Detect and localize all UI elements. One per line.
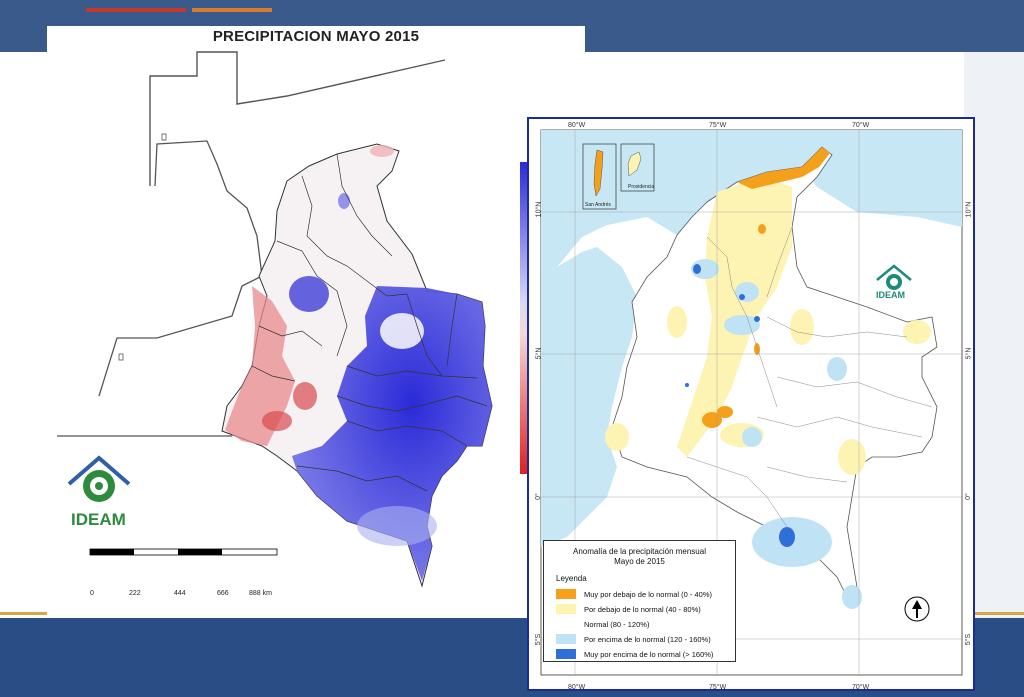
coord-top-70w: 70°W	[852, 122, 870, 129]
scale-label-666: 666	[217, 590, 229, 597]
border-line-west	[98, 140, 263, 397]
blue-spot-north	[338, 193, 350, 209]
inset-san-andres	[582, 143, 617, 210]
legend-label-very-below: Muy por debajo de lo normal (0 - 40%)	[584, 590, 712, 599]
legend-label-very-above: Muy por encima de lo normal (> 160%)	[584, 650, 714, 659]
scale-bar	[89, 548, 278, 556]
island-mark-1	[161, 133, 167, 141]
coord-top-80w: 80°W	[568, 122, 586, 129]
coord-right-5n: 5°N	[965, 347, 973, 360]
coord-left-5s: 5°S	[535, 633, 543, 646]
island-label-san-andres: San Andrés	[585, 202, 611, 208]
island-label-providencia: Providencia	[628, 184, 655, 190]
coord-top-75w: 75°W	[709, 122, 727, 129]
legend-swatch-very-below	[556, 589, 576, 599]
legend-subtitle: Mayo de 2015	[614, 557, 665, 566]
island-mark-2	[118, 353, 124, 361]
red-spot-2	[262, 411, 292, 431]
legend-swatch-normal	[556, 619, 576, 629]
coord-right-10n: 10°N	[965, 201, 973, 218]
left-map-panel: PRECIPITACION MAYO 2015 IDEAM 0 222 444 …	[47, 26, 585, 616]
coord-right-5s: 5°S	[965, 633, 973, 646]
legend-title: Anomalía de la precipitación mensual	[573, 547, 706, 556]
light-blue-south	[357, 506, 437, 546]
coord-bottom-75w: 75°W	[709, 684, 727, 691]
scale-label-444: 444	[174, 590, 186, 597]
coord-left-10n: 10°N	[535, 201, 543, 218]
white-spot-east	[380, 313, 424, 349]
coord-left-0: 0°	[534, 493, 542, 500]
legend-label-above: Por encima de lo normal (120 - 160%)	[584, 635, 711, 644]
blue-spot-center	[289, 276, 329, 312]
coord-bottom-70w: 70°W	[852, 684, 870, 691]
map-legend: Anomalía de la precipitación mensual May…	[543, 540, 736, 662]
legend-swatch-below	[556, 604, 576, 614]
ideam-logo-text-right: IDEAM	[876, 290, 905, 300]
legend-label-below: Por debajo de lo normal (40 - 80%)	[584, 605, 701, 614]
scale-label-0: 0	[90, 590, 94, 597]
legend-swatch-above	[556, 634, 576, 644]
legend-swatch-very-above	[556, 649, 576, 659]
red-spot-north	[370, 145, 394, 157]
ideam-logo-left	[67, 455, 131, 502]
coord-right-0: 0°	[964, 493, 972, 500]
coord-left-5n: 5°N	[535, 347, 543, 360]
border-line-north	[149, 51, 446, 186]
header-stripe-orange	[192, 8, 272, 12]
north-arrow-icon	[904, 596, 930, 622]
coord-bottom-80w: 80°W	[568, 684, 586, 691]
scale-label-222: 222	[129, 590, 141, 597]
red-spot-1	[293, 382, 317, 410]
left-precipitation-map	[57, 51, 532, 588]
header-stripe-red	[86, 8, 186, 12]
scale-label-888: 888 km	[249, 590, 272, 597]
legend-label-normal: Normal (80 - 120%)	[584, 620, 650, 629]
legend-heading: Leyenda	[556, 574, 587, 583]
ideam-logo-text-left: IDEAM	[71, 510, 126, 529]
